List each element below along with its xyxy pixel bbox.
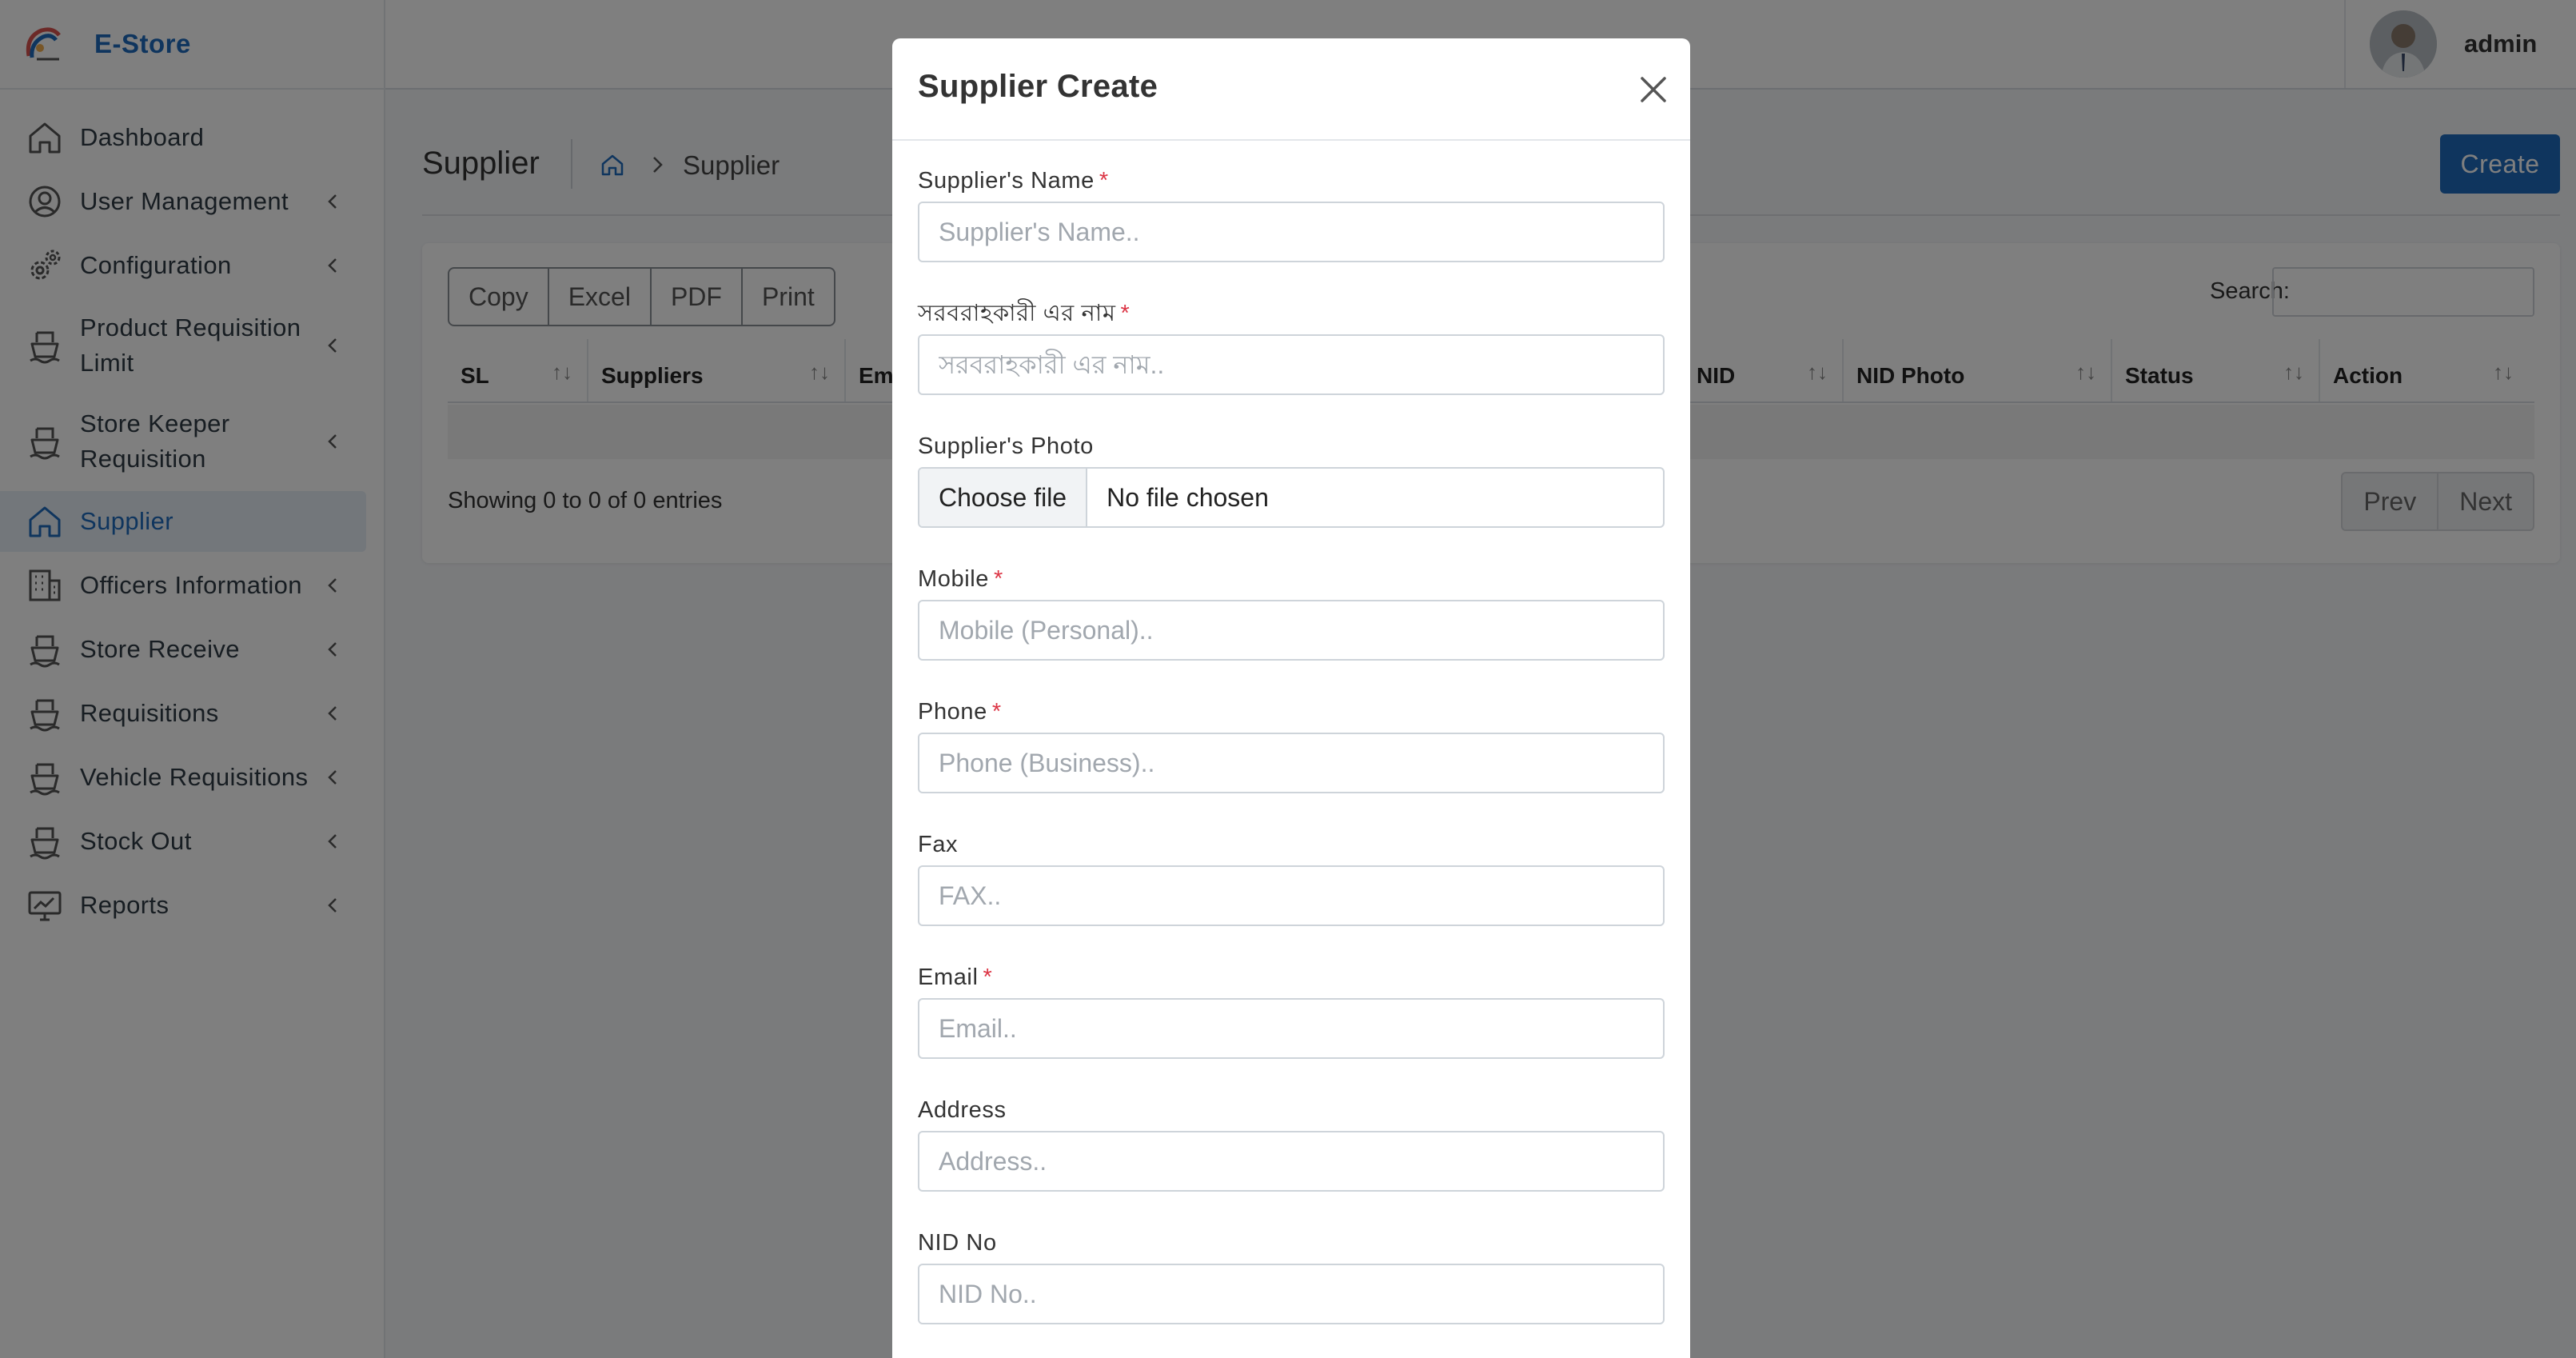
email-label: Email * (918, 963, 1665, 998)
required-marker: * (1099, 168, 1109, 194)
supplier-photo-input[interactable]: Choose file No file chosen (918, 467, 1665, 528)
supplier-name-bn-field: সরবরাহকারী এর নাম * (918, 299, 1665, 432)
address-field: Address (918, 1096, 1665, 1228)
required-marker: * (994, 566, 1003, 592)
supplier-name-bn-input[interactable] (918, 334, 1665, 395)
required-marker: * (991, 699, 1002, 725)
field-label-text: Email (918, 965, 979, 990)
modal-title: Supplier Create (918, 69, 1158, 104)
phone-field: Phone * (918, 697, 1665, 830)
supplier-photo-field: Supplier's Photo Choose file No file cho… (918, 432, 1665, 565)
supplier-name-label: Supplier's Name * (918, 166, 1665, 202)
supplier-name-input[interactable] (918, 202, 1665, 262)
field-label-text: Supplier's Name (918, 168, 1095, 194)
nid-label: NID No (918, 1228, 1665, 1264)
field-label-text: Fax (918, 832, 959, 857)
supplier-photo-label: Supplier's Photo (918, 432, 1665, 467)
supplier-name-bn-label: সরবরাহকারী এর নাম * (918, 299, 1665, 334)
email-input[interactable] (918, 998, 1665, 1059)
field-label-text: সরবরাহকারী এর নাম (918, 301, 1116, 326)
phone-label: Phone * (918, 697, 1665, 733)
nid-input[interactable] (918, 1264, 1665, 1324)
email-field: Email * (918, 963, 1665, 1096)
required-marker: * (1120, 301, 1130, 326)
address-label: Address (918, 1096, 1665, 1131)
field-label-text: NID No (918, 1230, 997, 1256)
mobile-label: Mobile * (918, 565, 1665, 600)
nid-field: NID No (918, 1228, 1665, 1358)
fax-field: Fax (918, 830, 1665, 963)
modal-body: Supplier's Name* সরবরাহকারী এর নাম* Supp… (892, 141, 1690, 1358)
mobile-field: Mobile * (918, 565, 1665, 697)
fax-label: Fax (918, 830, 1665, 865)
mobile-input[interactable] (918, 600, 1665, 661)
fax-input[interactable] (918, 865, 1665, 926)
field-label-text: Mobile (918, 566, 990, 592)
modal-header: Supplier Create (892, 38, 1690, 141)
supplier-create-modal: Supplier Create Supplier's Name* সরবরাহক… (892, 38, 1690, 1358)
required-marker: * (983, 965, 993, 990)
file-status-text: No file chosen (1107, 483, 1269, 512)
address-input[interactable] (918, 1131, 1665, 1192)
supplier-name-field: Supplier's Name * (918, 166, 1665, 299)
field-label-text: Supplier's Photo (918, 433, 1094, 459)
close-icon[interactable] (1634, 70, 1673, 109)
choose-file-button[interactable]: Choose file (919, 469, 1088, 526)
field-label-text: Address (918, 1097, 1007, 1123)
field-label-text: Phone (918, 699, 987, 725)
phone-input[interactable] (918, 733, 1665, 793)
